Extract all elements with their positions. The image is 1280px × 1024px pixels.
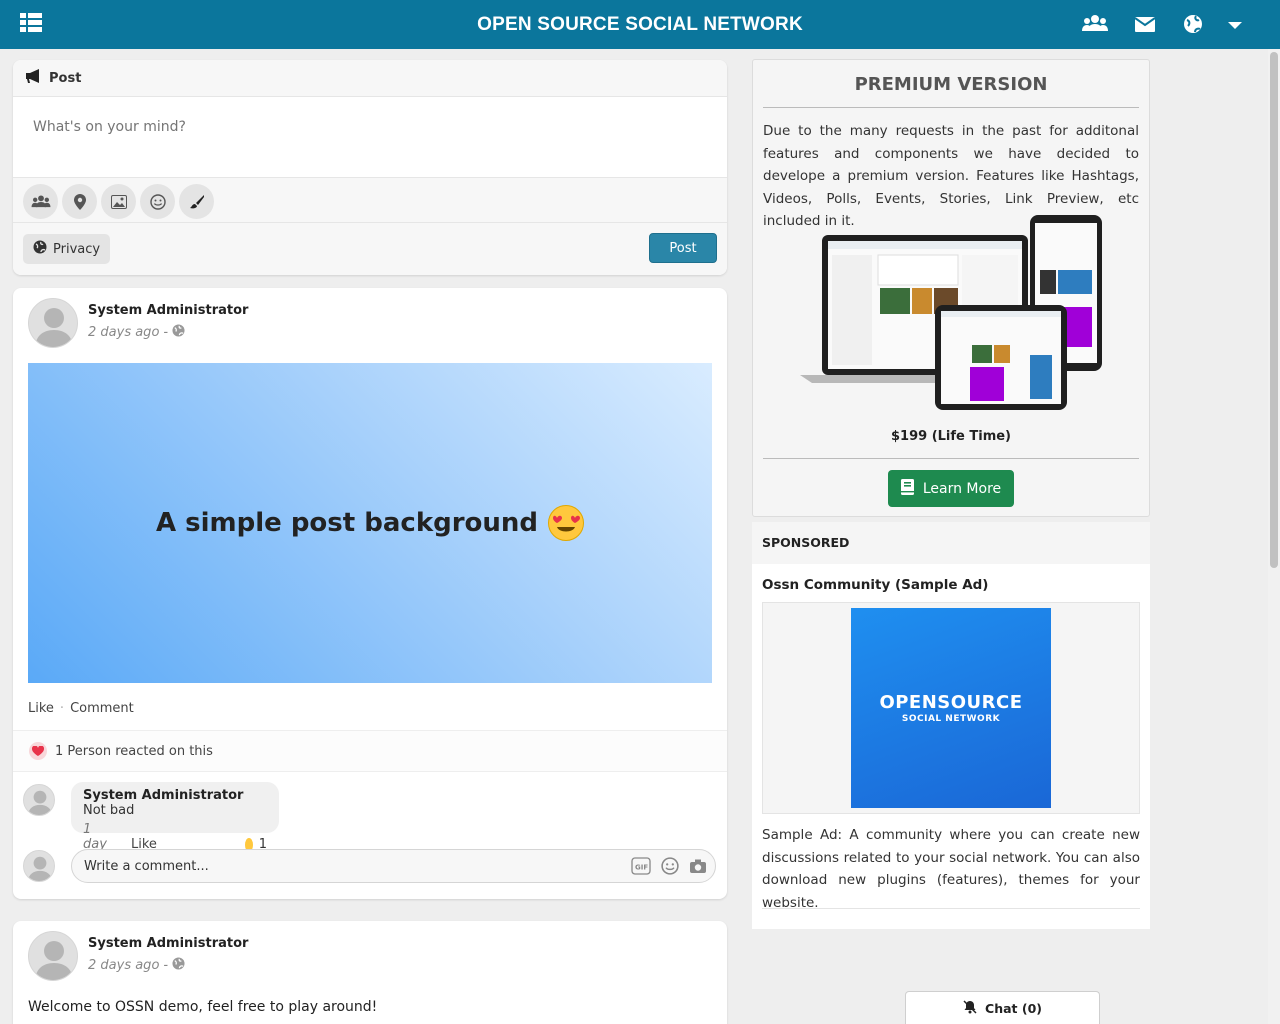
meta-separator: - (163, 325, 169, 340)
composer-header-label: Post (49, 70, 82, 86)
comment: System Administrator Not bad 1 day ago L… (71, 782, 279, 867)
privacy-globe-icon (172, 324, 185, 341)
ad-image-frame[interactable]: OPENSOURCE SOCIAL NETWORK (762, 602, 1140, 814)
svg-text:GIF: GIF (635, 864, 648, 872)
post-button[interactable]: Post (649, 233, 717, 263)
post-text-input[interactable] (13, 97, 727, 177)
ad-title[interactable]: Ossn Community (Sample Ad) (762, 577, 988, 593)
sponsored-header: SPONSORED (752, 522, 1150, 564)
current-user-avatar (23, 850, 55, 882)
heart-eyes-emoji-icon (548, 505, 585, 541)
emoji-icon[interactable] (661, 857, 679, 879)
divider (762, 908, 1140, 909)
chat-label: Chat (0) (985, 1000, 1042, 1016)
commenter-avatar[interactable] (23, 784, 55, 816)
avatar[interactable] (28, 931, 78, 981)
megaphone-icon (25, 68, 43, 88)
top-navbar: OPEN SOURCE SOCIAL NETWORK (0, 0, 1280, 49)
messages-icon[interactable] (1134, 13, 1160, 35)
premium-price: $199 (Life Time) (890, 429, 1011, 444)
comment-link[interactable]: Comment (70, 701, 134, 716)
feed-post: System Administrator 2 days ago - A simp… (13, 288, 727, 899)
friends-icon[interactable] (1082, 13, 1108, 35)
post-time: 2 days ago (88, 325, 160, 340)
dropdown-caret-icon[interactable] (1227, 17, 1253, 39)
gif-icon[interactable]: GIF (631, 857, 651, 879)
action-separator: · (59, 701, 65, 716)
location-icon[interactable] (62, 184, 97, 219)
ad-description: Sample Ad: A community where you can cre… (762, 827, 1140, 911)
composer-actions: Privacy Post (13, 223, 727, 275)
tag-friends-icon[interactable] (23, 184, 58, 219)
comment-placeholder: Write a comment... (84, 858, 209, 874)
premium-widget: PREMIUM VERSION Due to the many requests… (752, 59, 1150, 517)
meta-separator: - (163, 958, 169, 973)
divider (763, 458, 1139, 459)
heart-reaction-icon (29, 742, 47, 760)
ad-image-brand: OPENSOURCE (879, 692, 1023, 713)
post-text: Welcome to OSSN demo, feel free to play … (28, 999, 378, 1015)
bell-slash-icon (963, 999, 977, 1017)
post-author[interactable]: System Administrator (88, 936, 248, 951)
scrollbar-thumb[interactable] (1270, 52, 1278, 568)
book-icon (900, 478, 915, 499)
post-meta: 2 days ago - (88, 957, 185, 974)
camera-icon[interactable] (689, 858, 707, 878)
reactions-bar[interactable]: 1 Person reacted on this (13, 730, 727, 772)
post-actions: Like · Comment (28, 701, 134, 716)
privacy-globe-icon (172, 957, 185, 974)
premium-title: PREMIUM VERSION (763, 74, 1139, 108)
background-brush-icon[interactable] (179, 184, 214, 219)
privacy-button[interactable]: Privacy (23, 234, 111, 264)
avatar[interactable] (28, 298, 78, 348)
post-background-content: A simple post background (28, 363, 712, 683)
post-time: 2 days ago (88, 958, 160, 973)
comment-author[interactable]: System Administrator (83, 788, 243, 803)
chat-bar-tab[interactable]: Chat (0) (905, 991, 1100, 1024)
ad-image[interactable]: OPENSOURCE SOCIAL NETWORK (851, 608, 1051, 808)
photo-icon[interactable] (101, 184, 136, 219)
comment-input[interactable]: Write a comment... GIF (71, 849, 716, 883)
post-author[interactable]: System Administrator (88, 303, 248, 318)
emoji-icon[interactable] (140, 184, 175, 219)
privacy-label: Privacy (53, 241, 101, 257)
learn-more-button[interactable]: Learn More (888, 470, 1014, 507)
post-composer: Post Privacy Post (13, 60, 727, 275)
ad-image-subtitle: SOCIAL NETWORK (901, 714, 1001, 724)
comment-input-tools: GIF (631, 857, 707, 879)
composer-toolbar (13, 177, 727, 223)
post-meta: 2 days ago - (88, 324, 185, 341)
learn-more-label: Learn More (922, 480, 1002, 497)
feed-post: System Administrator 2 days ago - Welcom… (13, 921, 727, 1024)
globe-icon (33, 240, 47, 258)
notifications-globe-icon[interactable] (1182, 13, 1208, 35)
comment-text: Not bad (83, 803, 135, 818)
premium-devices-image (800, 215, 1104, 410)
post-background-text: A simple post background (155, 508, 539, 538)
sponsored-widget: SPONSORED Ossn Community (Sample Ad) OPE… (752, 522, 1150, 929)
like-link[interactable]: Like (28, 701, 54, 716)
composer-header: Post (13, 60, 727, 97)
reactions-text: 1 Person reacted on this (55, 743, 213, 759)
